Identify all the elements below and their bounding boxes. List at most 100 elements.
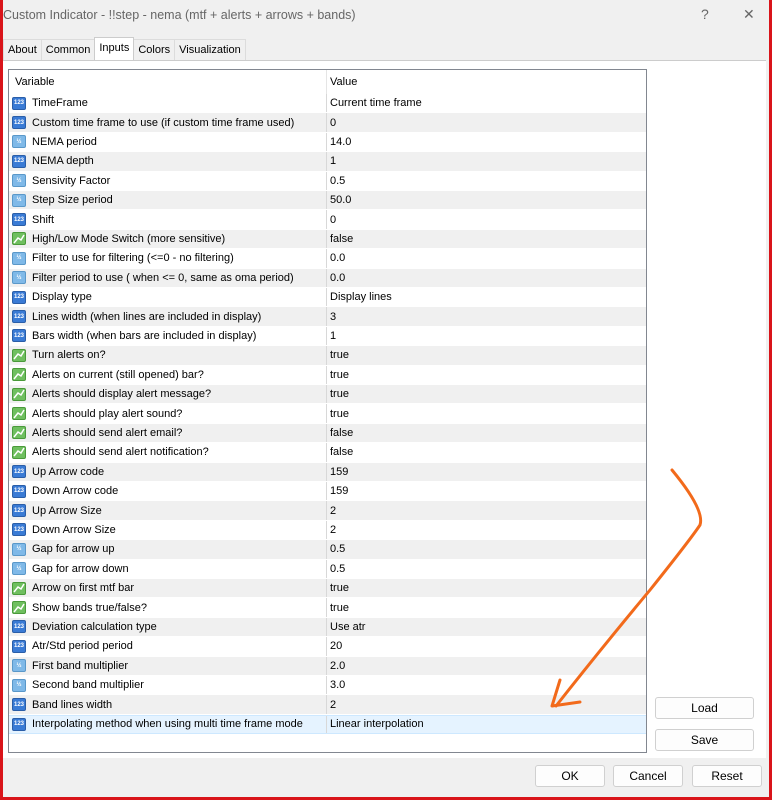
table-row[interactable]: Alerts should send alert notification? fa… [9, 443, 646, 463]
ok-button[interactable]: OK [535, 765, 605, 787]
value-cell[interactable]: true [327, 369, 349, 381]
integer-type-icon: 123 [12, 310, 26, 324]
table-row[interactable]: Alerts should send alert email? false [9, 423, 646, 444]
table-row[interactable]: 123 Atr/Std period period 20 [9, 637, 646, 657]
variable-name: Down Arrow Size [32, 523, 116, 536]
variable-cell: ½ Gap for arrow up [9, 540, 327, 559]
table-row[interactable]: ½ Sensivity Factor 0.5 [9, 171, 646, 191]
value-cell[interactable]: 14.0 [327, 136, 351, 148]
value-cell[interactable]: 0.0 [327, 252, 345, 264]
table-row[interactable]: 123 Deviation calculation type Use atr [9, 617, 646, 638]
value-cell[interactable]: 2 [327, 699, 336, 711]
table-row[interactable]: ½ NEMA period 14.0 [9, 132, 646, 153]
value-cell[interactable]: 0.0 [327, 272, 345, 284]
table-row[interactable]: High/Low Mode Switch (more sensitive) fal… [9, 229, 646, 250]
integer-type-icon: 123 [12, 504, 26, 518]
value-cell[interactable]: Current time frame [327, 97, 422, 109]
table-row[interactable]: Turn alerts on? true [9, 346, 646, 366]
value-cell[interactable]: true [327, 388, 349, 400]
value-cell[interactable]: 0.5 [327, 175, 345, 187]
boolean-type-icon [12, 445, 26, 459]
value-cell[interactable]: 3 [327, 311, 336, 323]
table-row[interactable]: 123 Interpolating method when using multi… [9, 714, 646, 735]
integer-type-icon: 123 [12, 465, 26, 479]
value-cell[interactable]: 50.0 [327, 194, 351, 206]
value-cell[interactable]: true [327, 602, 349, 614]
value-cell[interactable]: 159 [327, 466, 348, 478]
reset-button[interactable]: Reset [692, 765, 762, 787]
value-cell[interactable]: true [327, 408, 349, 420]
table-row[interactable]: Alerts on current (still opened) bar? tru… [9, 365, 646, 385]
column-header-variable[interactable]: Variable [9, 70, 327, 94]
value-cell[interactable]: 2 [327, 505, 336, 517]
value-cell[interactable]: 0 [327, 117, 336, 129]
tab-visualization[interactable]: Visualization [174, 39, 246, 60]
double-type-icon: ½ [12, 678, 26, 692]
table-row[interactable]: 123 Down Arrow Size 2 [9, 520, 646, 541]
table-row[interactable]: 123 Up Arrow Size 2 [9, 501, 646, 521]
variable-name: Alerts should send alert notification? [32, 446, 209, 459]
table-row[interactable]: 123 Display type Display lines [9, 288, 646, 308]
value-cell[interactable]: 3.0 [327, 679, 345, 691]
value-cell[interactable]: false [327, 233, 353, 245]
value-cell[interactable]: 2 [327, 524, 336, 536]
tab-about[interactable]: About [3, 39, 42, 60]
variable-cell: 123 Display type [9, 288, 327, 307]
table-row[interactable]: 123 Up Arrow code 159 [9, 462, 646, 482]
table-row[interactable]: Show bands true/false? true [9, 598, 646, 618]
table-row[interactable]: ½ Gap for arrow down 0.5 [9, 559, 646, 579]
value-cell[interactable]: true [327, 582, 349, 594]
table-row[interactable]: 123 Lines width (when lines are included … [9, 307, 646, 327]
value-cell[interactable]: false [327, 446, 353, 458]
table-row[interactable]: ½ Step Size period 50.0 [9, 191, 646, 211]
table-row[interactable]: ½ First band multiplier 2.0 [9, 656, 646, 676]
value-cell[interactable]: 0.5 [327, 543, 345, 555]
table-row[interactable]: 123 Shift 0 [9, 210, 646, 230]
value-cell[interactable]: Use atr [327, 621, 365, 633]
variable-cell: ½ Filter period to use ( when <= 0, same … [9, 268, 327, 287]
value-cell[interactable]: 159 [327, 485, 348, 497]
table-row[interactable]: 123 NEMA depth 1 [9, 152, 646, 172]
integer-type-icon: 123 [12, 523, 26, 537]
table-row[interactable]: 123 Bars width (when bars are included in… [9, 326, 646, 347]
variable-cell: ½ Second band multiplier [9, 676, 327, 695]
variable-cell: ½ First band multiplier [9, 656, 327, 675]
table-row[interactable]: Alerts should play alert sound? true [9, 404, 646, 424]
integer-type-icon: 123 [12, 96, 26, 110]
load-button[interactable]: Load [655, 697, 754, 719]
help-button[interactable]: ? [701, 6, 709, 22]
table-row[interactable]: ½ Second band multiplier 3.0 [9, 676, 646, 696]
value-cell[interactable]: 20 [327, 640, 342, 652]
double-type-icon: ½ [12, 135, 26, 149]
value-cell[interactable]: 0.5 [327, 563, 345, 575]
tab-colors[interactable]: Colors [133, 39, 176, 60]
value-cell[interactable]: false [327, 427, 353, 439]
table-row[interactable]: 123 Band lines width 2 [9, 695, 646, 715]
save-button[interactable]: Save [655, 729, 754, 751]
close-button[interactable]: ✕ [743, 6, 755, 23]
value-cell[interactable]: 0 [327, 214, 336, 226]
value-cell[interactable]: 1 [327, 330, 336, 342]
table-row[interactable]: Arrow on first mtf bar true [9, 579, 646, 599]
tab-inputs[interactable]: Inputs [94, 37, 135, 60]
value-cell[interactable]: Display lines [327, 291, 392, 303]
value-cell[interactable]: true [327, 349, 349, 361]
table-row[interactable]: 123 Custom time frame to use (if custom t… [9, 113, 646, 133]
cancel-button[interactable]: Cancel [613, 765, 683, 787]
table-row[interactable]: ½ Filter period to use ( when <= 0, same … [9, 268, 646, 288]
value-cell[interactable]: Linear interpolation [327, 718, 424, 730]
variable-name: Gap for arrow down [32, 562, 129, 575]
value-cell[interactable]: 1 [327, 155, 336, 167]
table-row[interactable]: 123 Down Arrow code 159 [9, 482, 646, 502]
value-cell[interactable]: 2.0 [327, 660, 345, 672]
table-row[interactable]: ½ Filter to use for filtering (<=0 - no f… [9, 249, 646, 269]
tab-common[interactable]: Common [40, 39, 96, 60]
table-row[interactable]: 123 TimeFrame Current time frame [9, 94, 646, 114]
integer-type-icon: 123 [12, 116, 26, 130]
window-title: Custom Indicator - !!step - nema (mtf + … [3, 8, 356, 22]
table-row[interactable]: ½ Gap for arrow up 0.5 [9, 540, 646, 560]
column-header-value[interactable]: Value [327, 76, 357, 88]
table-row[interactable]: Alerts should display alert message? true [9, 385, 646, 405]
variable-name: Display type [32, 291, 92, 304]
variable-name: Alerts on current (still opened) bar? [32, 368, 204, 381]
